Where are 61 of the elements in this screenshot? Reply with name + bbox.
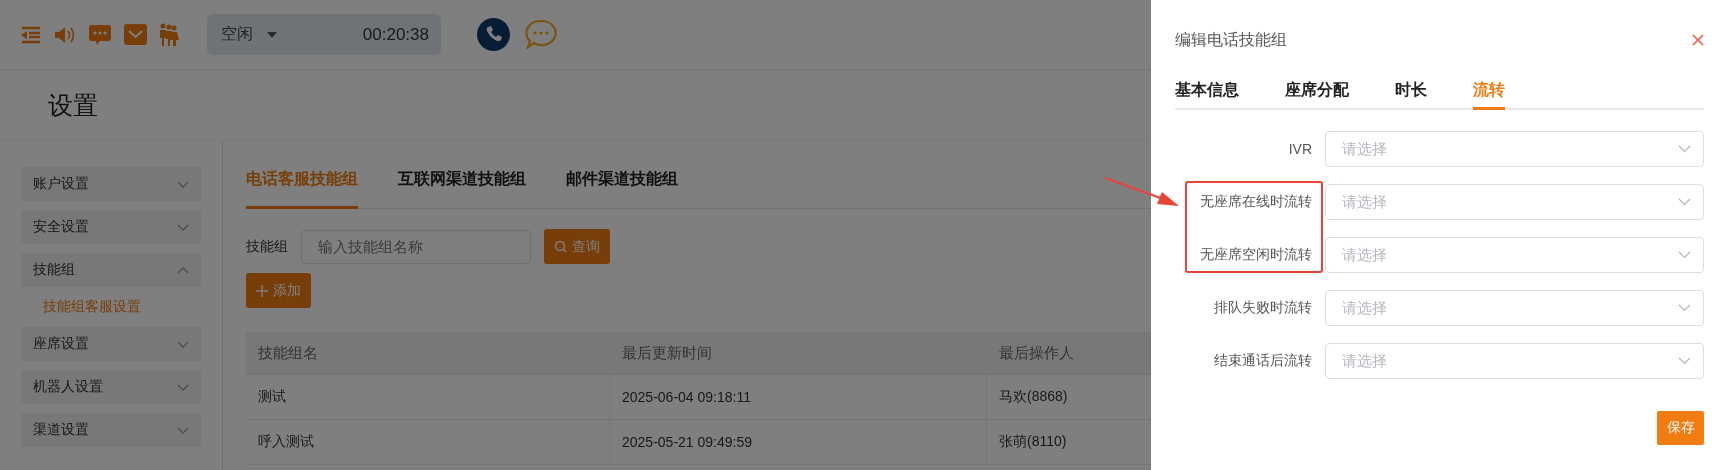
save-button[interactable]: 保存 [1657,411,1704,445]
chevron-icon [177,266,189,274]
tab[interactable]: 流转 [1473,80,1505,110]
tab[interactable]: 邮件渠道技能组 [566,169,678,209]
sidebar-item[interactable]: 座席设置 [21,327,201,361]
caret-icon [267,31,277,38]
field-label: IVR [1287,141,1313,157]
call-timer: 00:20:38 [362,24,429,45]
select-field[interactable]: 请选择 [1325,290,1704,326]
people-icon[interactable] [159,22,179,47]
select-field[interactable]: 请选择 [1325,131,1704,167]
close-icon[interactable] [1692,34,1704,46]
menu-collapse-icon[interactable] [20,25,42,44]
table-cell: 呼入测试 [246,420,610,464]
sidebar-item[interactable]: 账户设置 [21,167,201,201]
page-title: 设置 [48,89,98,121]
chevron-icon [1678,198,1691,206]
tab[interactable]: 时长 [1395,80,1427,110]
search-button[interactable]: 查询 [544,229,610,264]
chevron-icon [177,426,189,434]
table-cell: 2025-06-04 09:18:11 [610,375,987,419]
chevron-icon [177,180,189,188]
tab[interactable]: 基本信息 [1175,80,1239,110]
tab[interactable]: 互联网渠道技能组 [398,169,526,209]
chevron-icon [177,223,189,231]
sidebar-item[interactable]: 渠道设置 [21,413,201,447]
chat-bubble-icon[interactable] [524,17,558,52]
mail-icon[interactable] [124,24,147,45]
tab[interactable]: 座席分配 [1285,80,1349,110]
column-header: 最后更新时间 [610,332,987,374]
chevron-icon [1678,251,1691,259]
add-button[interactable]: 添加 [246,273,311,308]
tab[interactable]: 电话客服技能组 [246,169,358,209]
search-field[interactable]: 输入技能组名称 [301,229,531,264]
field-label: 结束通话后流转 [1213,352,1313,370]
phone-icon[interactable] [477,18,510,51]
chevron-icon [1678,357,1691,365]
chevron-icon [1678,145,1691,153]
table-cell: 测试 [246,375,610,419]
sidebar-item[interactable]: 技能组 [21,253,201,287]
chevron-icon [177,383,189,391]
search-label: 技能组 [246,237,288,256]
select-field[interactable]: 请选择 [1325,237,1704,273]
chevron-icon [177,340,189,348]
field-label: 排队失败时流转 [1213,299,1313,317]
search-icon [554,240,567,253]
sidebar-subitem[interactable]: 技能组客服设置 [21,296,201,318]
status-dropdown[interactable]: 空闲 00:20:38 [207,14,441,55]
sidebar-item[interactable]: 安全设置 [21,210,201,244]
table-cell: 2025-05-21 09:49:59 [610,420,987,464]
chevron-icon [1678,304,1691,312]
select-field[interactable]: 请选择 [1325,343,1704,379]
sidebar-item[interactable]: 机器人设置 [21,370,201,404]
drawer-title: 编辑电话技能组 [1175,29,1287,50]
select-field[interactable]: 请选择 [1325,184,1704,220]
speaker-icon[interactable] [54,24,76,45]
field-label: 无座席在线时流转 [1199,193,1313,211]
plus-icon [256,284,268,297]
chat-icon[interactable] [88,23,112,46]
column-header: 技能组名 [246,332,610,374]
field-label: 无座席空闲时流转 [1199,246,1313,264]
